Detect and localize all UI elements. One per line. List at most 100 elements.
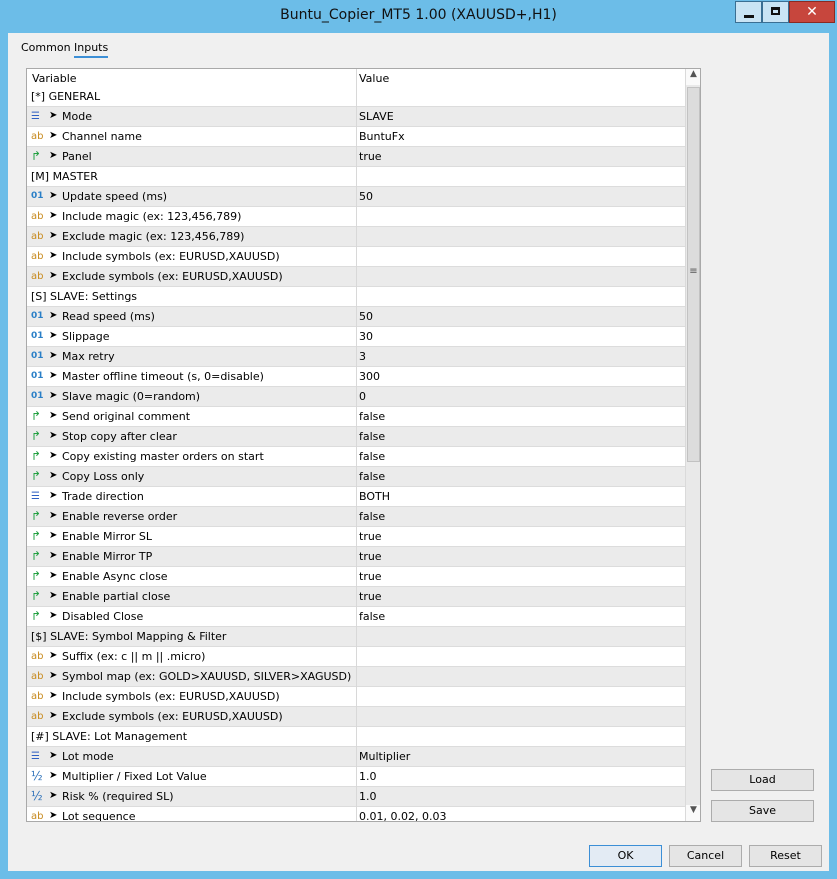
title-bar[interactable]: Buntu_Copier_MT5 1.00 (XAUUSD+,H1) ✕ <box>0 0 837 32</box>
arrow-icon: ➤ <box>49 370 58 381</box>
variable-value[interactable]: 1.0 <box>359 790 377 803</box>
enum-list-icon: ☰ <box>31 751 40 762</box>
arrow-icon: ➤ <box>49 670 58 681</box>
variable-value[interactable]: 50 <box>359 190 373 203</box>
variable-name: Include symbols (ex: EURUSD,XAUUSD) <box>62 250 280 263</box>
variable-name: Exclude symbols (ex: EURUSD,XAUUSD) <box>62 270 283 283</box>
arrow-icon: ➤ <box>49 150 58 161</box>
variable-value[interactable]: false <box>359 430 385 443</box>
integer-type-icon: 01 <box>31 311 44 321</box>
scroll-up-icon[interactable]: ▲ <box>686 69 700 85</box>
variable-name: Exclude magic (ex: 123,456,789) <box>62 230 245 243</box>
variable-value[interactable]: 1.0 <box>359 770 377 783</box>
variable-value[interactable]: true <box>359 530 382 543</box>
variable-value[interactable]: 3 <box>359 350 366 363</box>
integer-type-icon: 01 <box>31 371 44 381</box>
variable-name: Enable partial close <box>62 590 171 603</box>
variable-value[interactable]: BuntuFx <box>359 130 405 143</box>
double-type-icon: ½ <box>31 789 43 803</box>
scroll-thumb[interactable]: ≡ <box>687 87 700 462</box>
variable-name: Enable Mirror SL <box>62 530 152 543</box>
variable-value[interactable]: true <box>359 570 382 583</box>
section-title: [*] GENERAL <box>31 90 101 103</box>
arrow-icon: ➤ <box>49 550 58 561</box>
cancel-button[interactable]: Cancel <box>669 845 742 867</box>
arrow-icon: ➤ <box>49 650 58 661</box>
variable-name: Disabled Close <box>62 610 144 623</box>
variable-name: Stop copy after clear <box>62 430 177 443</box>
variable-name: Include magic (ex: 123,456,789) <box>62 210 242 223</box>
variable-name: Slippage <box>62 330 110 343</box>
boolean-type-icon: ↱ <box>31 529 42 543</box>
variable-name: Enable Async close <box>62 570 168 583</box>
variable-value[interactable]: false <box>359 410 385 423</box>
maximize-icon <box>771 7 780 15</box>
arrow-icon: ➤ <box>49 110 58 121</box>
boolean-type-icon: ↱ <box>31 469 42 483</box>
boolean-type-icon: ↱ <box>31 449 42 463</box>
variable-value[interactable]: 0 <box>359 390 366 403</box>
variable-value[interactable]: true <box>359 550 382 563</box>
minimize-icon <box>744 15 754 18</box>
variable-value[interactable]: true <box>359 150 382 163</box>
arrow-icon: ➤ <box>49 570 58 581</box>
header-variable[interactable]: Variable <box>32 72 77 85</box>
column-divider[interactable] <box>356 69 357 821</box>
variable-value[interactable]: false <box>359 450 385 463</box>
variable-value[interactable]: 0.01, 0.02, 0.03 <box>359 810 446 821</box>
integer-type-icon: 01 <box>31 391 44 401</box>
scroll-down-icon[interactable]: ▼ <box>686 805 700 821</box>
integer-type-icon: 01 <box>31 191 44 201</box>
string-type-icon: ab <box>31 651 44 662</box>
arrow-icon: ➤ <box>49 410 58 421</box>
string-type-icon: ab <box>31 691 44 702</box>
reset-button[interactable]: Reset <box>749 845 822 867</box>
arrow-icon: ➤ <box>49 530 58 541</box>
arrow-icon: ➤ <box>49 270 58 281</box>
variable-value[interactable]: 50 <box>359 310 373 323</box>
arrow-icon: ➤ <box>49 510 58 521</box>
integer-type-icon: 01 <box>31 331 44 341</box>
header-value[interactable]: Value <box>359 72 389 85</box>
arrow-icon: ➤ <box>49 790 58 801</box>
scroll-grip-icon: ≡ <box>689 266 698 277</box>
variable-value[interactable]: false <box>359 610 385 623</box>
variable-name: Lot mode <box>62 750 114 763</box>
arrow-icon: ➤ <box>49 590 58 601</box>
variable-name: Risk % (required SL) <box>62 790 174 803</box>
tab-inputs[interactable]: Inputs <box>74 41 109 58</box>
enum-list-icon: ☰ <box>31 491 40 502</box>
variable-name: Trade direction <box>62 490 144 503</box>
arrow-icon: ➤ <box>49 810 58 821</box>
variable-value[interactable]: true <box>359 590 382 603</box>
vertical-scrollbar[interactable]: ▲ ≡ ▼ <box>685 69 700 821</box>
load-button[interactable]: Load <box>711 769 814 791</box>
minimize-button[interactable] <box>735 1 762 23</box>
maximize-button[interactable] <box>762 1 789 23</box>
arrow-icon: ➤ <box>49 230 58 241</box>
integer-type-icon: 01 <box>31 351 44 361</box>
variable-name: Mode <box>62 110 92 123</box>
tab-common[interactable]: Common <box>21 41 71 54</box>
boolean-type-icon: ↱ <box>31 549 42 563</box>
variable-value[interactable]: BOTH <box>359 490 390 503</box>
variable-value[interactable]: Multiplier <box>359 750 410 763</box>
variable-name: Include symbols (ex: EURUSD,XAUUSD) <box>62 690 280 703</box>
save-button[interactable]: Save <box>711 800 814 822</box>
arrow-icon: ➤ <box>49 470 58 481</box>
string-type-icon: ab <box>31 131 44 142</box>
variable-value[interactable]: SLAVE <box>359 110 394 123</box>
arrow-icon: ➤ <box>49 250 58 261</box>
variable-value[interactable]: 300 <box>359 370 380 383</box>
variable-name: Update speed (ms) <box>62 190 168 203</box>
boolean-type-icon: ↱ <box>31 569 42 583</box>
variable-value[interactable]: 30 <box>359 330 373 343</box>
variable-name: Max retry <box>62 350 115 363</box>
close-button[interactable]: ✕ <box>789 1 835 23</box>
boolean-type-icon: ↱ <box>31 609 42 623</box>
ok-button[interactable]: OK <box>589 845 662 867</box>
variable-value[interactable]: false <box>359 510 385 523</box>
variable-value[interactable]: false <box>359 470 385 483</box>
variable-name: Copy Loss only <box>62 470 145 483</box>
variable-name: Suffix (ex: c || m || .micro) <box>62 650 206 663</box>
